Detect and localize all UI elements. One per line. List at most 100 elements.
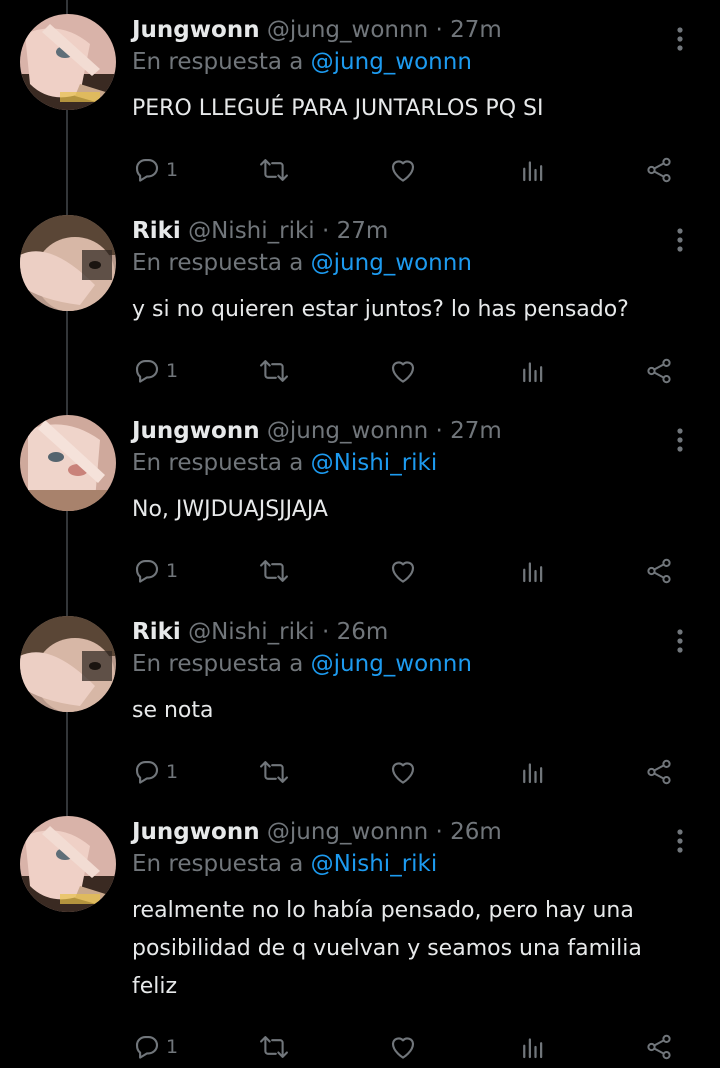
heart-icon xyxy=(388,757,418,787)
share-icon xyxy=(644,757,674,787)
views-button[interactable] xyxy=(518,153,548,187)
retweet-icon xyxy=(258,1032,290,1062)
action-bar: 1 xyxy=(132,554,682,588)
reply-button[interactable]: 1 xyxy=(132,554,178,588)
more-vertical-icon[interactable] xyxy=(670,26,690,54)
reply-context: En respuesta a @Nishi_riki xyxy=(132,447,672,479)
author-handle[interactable]: @jung_wonnn xyxy=(267,418,428,444)
reply-icon xyxy=(132,155,162,185)
author-name[interactable]: Riki xyxy=(132,218,181,244)
share-button[interactable] xyxy=(644,1030,674,1064)
heart-icon xyxy=(388,356,418,386)
share-button[interactable] xyxy=(644,153,674,187)
reply-button[interactable]: 1 xyxy=(132,755,178,789)
separator-dot: · xyxy=(435,418,443,444)
action-bar: 1 xyxy=(132,153,682,187)
reply-prefix: En respuesta a xyxy=(132,651,304,677)
tweet-text: realmente no lo había pensado, pero hay … xyxy=(132,898,642,999)
reply-button[interactable]: 1 xyxy=(132,153,178,187)
action-bar: 1 xyxy=(132,755,682,789)
views-button[interactable] xyxy=(518,755,548,789)
reply-prefix: En respuesta a xyxy=(132,851,304,877)
reply-prefix: En respuesta a xyxy=(132,49,304,75)
retweet-icon xyxy=(258,356,290,386)
avatar[interactable] xyxy=(20,415,116,511)
reply-handle-link[interactable]: @Nishi_riki xyxy=(311,450,438,476)
views-button[interactable] xyxy=(518,554,548,588)
tweet-text: se nota xyxy=(132,698,214,723)
reply-button[interactable]: 1 xyxy=(132,354,178,388)
share-icon xyxy=(644,155,674,185)
more-vertical-icon[interactable] xyxy=(670,227,690,255)
reply-count: 1 xyxy=(166,761,179,783)
share-button[interactable] xyxy=(644,755,674,789)
author-handle[interactable]: @Nishi_riki xyxy=(188,218,315,244)
views-icon xyxy=(518,757,548,787)
reply-icon xyxy=(132,1032,162,1062)
tweet-text: PERO LLEGUÉ PARA JUNTARLOS PQ SI xyxy=(132,96,544,121)
views-icon xyxy=(518,556,548,586)
author-name[interactable]: Jungwonn xyxy=(132,17,260,43)
author-handle[interactable]: @jung_wonnn xyxy=(267,819,428,845)
retweet-button[interactable] xyxy=(258,1030,290,1064)
retweet-icon xyxy=(258,556,290,586)
share-button[interactable] xyxy=(644,554,674,588)
more-vertical-icon[interactable] xyxy=(670,628,690,656)
reply-button[interactable]: 1 xyxy=(132,1030,178,1064)
timestamp[interactable]: 27m xyxy=(337,218,389,244)
separator-dot: · xyxy=(435,17,443,43)
reply-icon xyxy=(132,356,162,386)
like-button[interactable] xyxy=(388,153,418,187)
retweet-button[interactable] xyxy=(258,153,290,187)
tweet-text: No, JWJDUAJSJJAJA xyxy=(132,497,328,522)
avatar[interactable] xyxy=(20,215,116,311)
share-button[interactable] xyxy=(644,354,674,388)
more-vertical-icon[interactable] xyxy=(670,828,690,856)
action-bar: 1 xyxy=(132,1030,682,1064)
avatar[interactable] xyxy=(20,14,116,110)
avatar[interactable] xyxy=(20,616,116,712)
retweet-button[interactable] xyxy=(258,354,290,388)
like-button[interactable] xyxy=(388,755,418,789)
like-button[interactable] xyxy=(388,554,418,588)
reply-count: 1 xyxy=(166,1036,179,1058)
views-button[interactable] xyxy=(518,354,548,388)
retweet-button[interactable] xyxy=(258,554,290,588)
tweet-text: y si no quieren estar juntos? lo has pen… xyxy=(132,297,629,322)
retweet-icon xyxy=(258,757,290,787)
views-icon xyxy=(518,356,548,386)
reply-icon xyxy=(132,556,162,586)
reply-icon xyxy=(132,757,162,787)
author-name[interactable]: Jungwonn xyxy=(132,418,260,444)
retweet-button[interactable] xyxy=(258,755,290,789)
views-icon xyxy=(518,155,548,185)
timestamp[interactable]: 27m xyxy=(450,17,502,43)
reply-handle-link[interactable]: @Nishi_riki xyxy=(311,851,438,877)
separator-dot: · xyxy=(435,819,443,845)
timestamp[interactable]: 26m xyxy=(450,819,502,845)
avatar[interactable] xyxy=(20,816,116,912)
reply-handle-link[interactable]: @jung_wonnn xyxy=(311,651,472,677)
author-name[interactable]: Jungwonn xyxy=(132,819,260,845)
author-name[interactable]: Riki xyxy=(132,619,181,645)
more-vertical-icon[interactable] xyxy=(670,427,690,455)
reply-context: En respuesta a @jung_wonnn xyxy=(132,648,672,680)
share-icon xyxy=(644,556,674,586)
views-button[interactable] xyxy=(518,1030,548,1064)
action-bar: 1 xyxy=(132,354,682,388)
reply-count: 1 xyxy=(166,560,179,582)
author-handle[interactable]: @jung_wonnn xyxy=(267,17,428,43)
reply-count: 1 xyxy=(166,360,179,382)
separator-dot: · xyxy=(322,619,330,645)
reply-handle-link[interactable]: @jung_wonnn xyxy=(311,250,472,276)
retweet-icon xyxy=(258,155,290,185)
reply-context: En respuesta a @jung_wonnn xyxy=(132,247,672,279)
author-handle[interactable]: @Nishi_riki xyxy=(188,619,315,645)
timestamp[interactable]: 26m xyxy=(337,619,389,645)
heart-icon xyxy=(388,1032,418,1062)
reply-handle-link[interactable]: @jung_wonnn xyxy=(311,49,472,75)
reply-context: En respuesta a @jung_wonnn xyxy=(132,46,672,78)
timestamp[interactable]: 27m xyxy=(450,418,502,444)
like-button[interactable] xyxy=(388,354,418,388)
like-button[interactable] xyxy=(388,1030,418,1064)
